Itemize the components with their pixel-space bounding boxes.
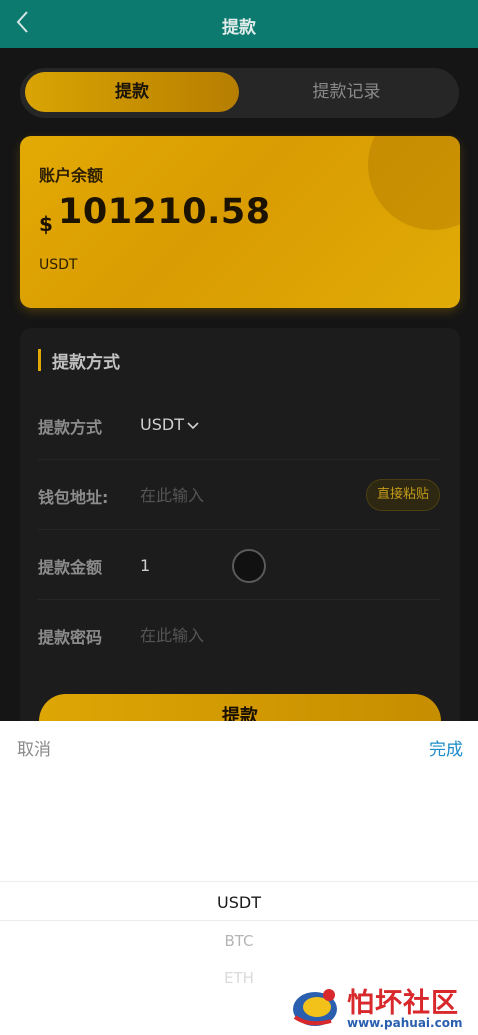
balance-amount: 101210.58 <box>58 192 271 232</box>
wallet-row: 钱包地址: 直接粘贴 <box>38 460 440 530</box>
cancel-button[interactable]: 取消 <box>17 735 51 760</box>
card-decoration <box>368 136 460 230</box>
section-accent-bar <box>38 349 41 371</box>
watermark-url: www.pahuai.com <box>347 1016 463 1030</box>
page-title: 提款 <box>222 18 256 38</box>
password-label: 提款密码 <box>38 628 103 647</box>
loading-spinner-icon <box>232 549 266 583</box>
tab-bar: 提款 提款记录 <box>20 68 459 118</box>
method-label: 提款方式 <box>38 418 103 437</box>
wallet-address-input[interactable] <box>140 481 340 509</box>
tab-withdraw[interactable]: 提款 <box>25 72 239 112</box>
password-row: 提款密码 <box>38 600 440 670</box>
password-input[interactable] <box>140 621 340 649</box>
amount-label: 提款金额 <box>38 558 103 577</box>
method-select[interactable]: USDT <box>140 415 199 434</box>
picker-divider-top <box>0 881 478 882</box>
method-value: USDT <box>140 415 184 434</box>
wallet-label: 钱包地址: <box>38 488 109 507</box>
picker-option-usdt[interactable]: USDT <box>0 893 478 912</box>
header-bar: 提款 <box>0 0 478 48</box>
balance-label: 账户余额 <box>39 166 104 185</box>
section-title: 提款方式 <box>52 353 120 373</box>
currency-symbol: $ <box>39 212 53 236</box>
watermark: 怕坏社区 www.pahuai.com <box>289 981 475 1033</box>
main-content: 提款 提款记录 账户余额 $ 101210.58 USDT 提款方式 提款方式 … <box>0 48 478 748</box>
done-button[interactable]: 完成 <box>429 735 463 760</box>
chevron-down-icon <box>187 421 199 429</box>
balance-card: 账户余额 $ 101210.58 USDT <box>20 136 460 308</box>
method-row: 提款方式 USDT <box>38 390 440 460</box>
paste-button[interactable]: 直接粘贴 <box>365 479 440 511</box>
picker-divider-bottom <box>0 920 478 921</box>
picker-option-btc[interactable]: BTC <box>0 932 478 950</box>
watermark-text: 怕坏社区 <box>347 988 459 1019</box>
withdraw-form: 提款方式 提款方式 USDT 钱包地址: 直接粘贴 提款金额 提款密码 提款 <box>20 328 460 748</box>
amount-row: 提款金额 <box>38 530 440 600</box>
balance-unit: USDT <box>39 257 78 273</box>
watermark-logo <box>293 989 337 1026</box>
tab-withdraw-records[interactable]: 提款记录 <box>239 72 454 112</box>
